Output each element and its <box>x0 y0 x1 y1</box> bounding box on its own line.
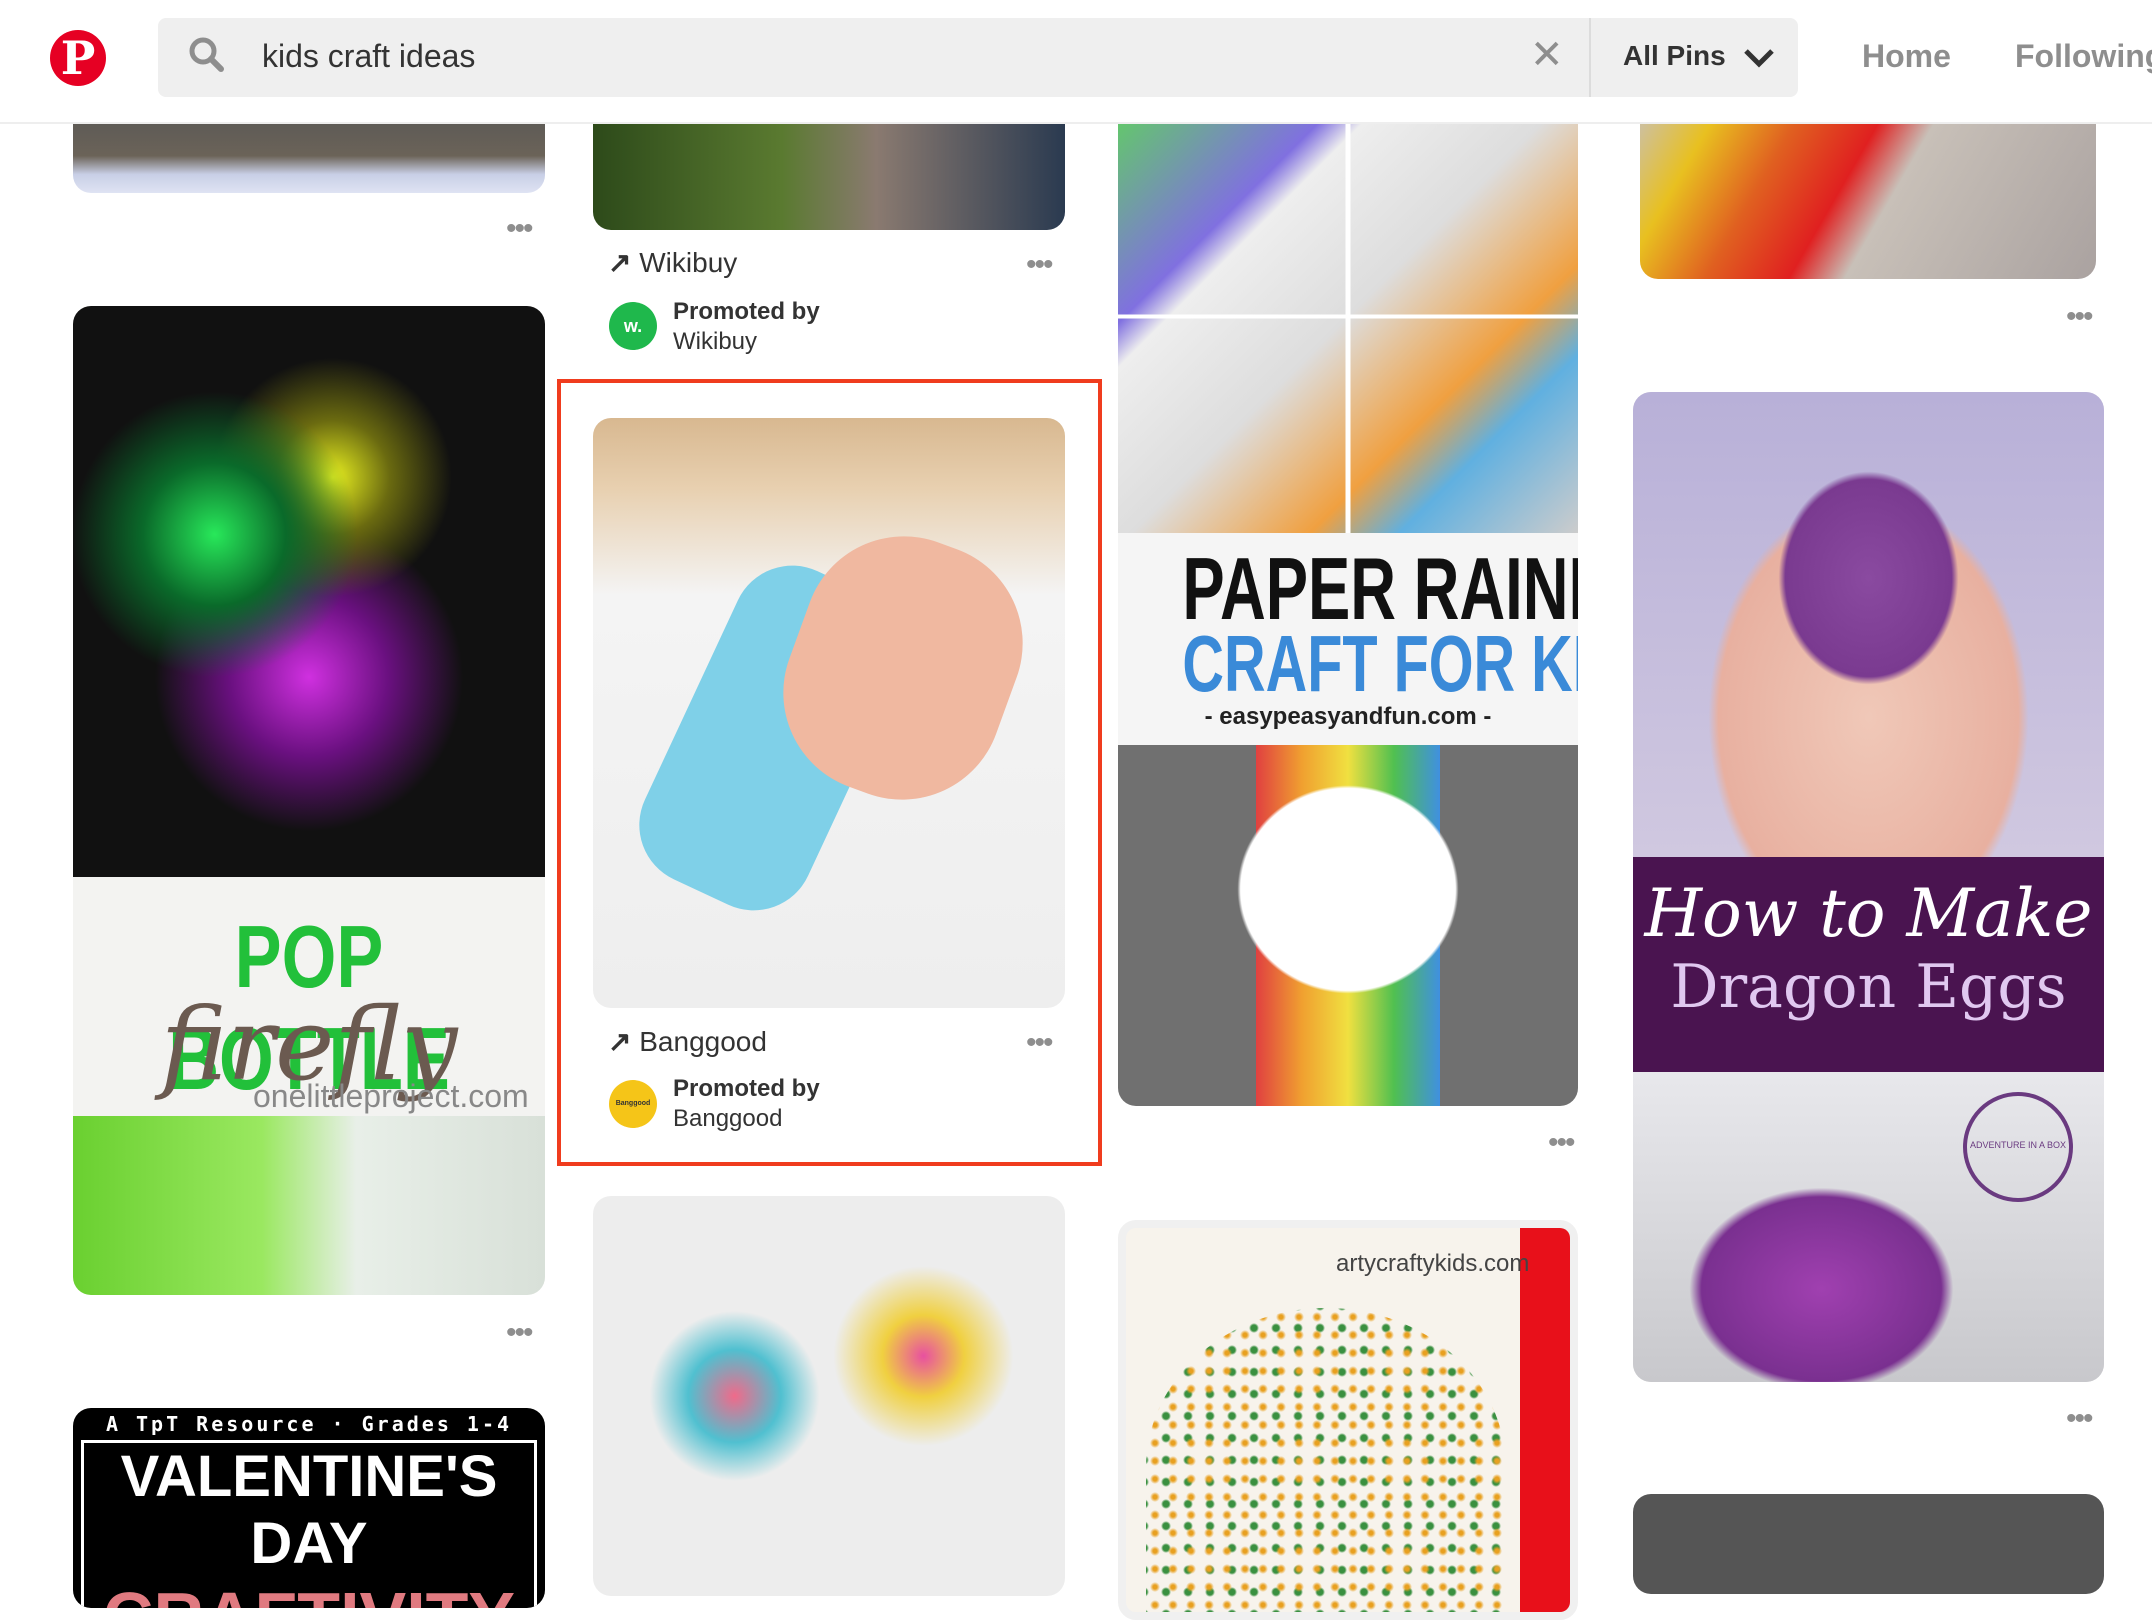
filter-dropdown[interactable]: All Pins <box>1623 40 1775 72</box>
pin-arty[interactable]: artycraftykids.com <box>1118 1220 1578 1620</box>
pin-url: artycraftykids.com <box>1336 1250 1530 1277</box>
pin-image-bottle <box>73 1116 545 1295</box>
pin-image-cloud <box>1118 745 1578 1106</box>
more-options-button[interactable]: ••• <box>1548 1128 1575 1158</box>
nav-following[interactable]: Following <box>2015 38 2152 75</box>
filter-label: All Pins <box>1623 40 1726 71</box>
more-options-button[interactable]: ••• <box>2066 302 2093 332</box>
badge-logo: ADVENTURE IN A BOX <box>1963 1092 2073 1202</box>
pin-subtitle: Dragon Eggs <box>1670 952 2067 1022</box>
more-options-button[interactable]: ••• <box>506 1318 533 1348</box>
red-border <box>1520 1228 1570 1612</box>
pin-subtitle: CRAFT FOR KIDS <box>1182 619 1578 708</box>
pin-image-tree <box>1146 1308 1506 1612</box>
pin-image-egg-hands <box>1633 392 2104 857</box>
divider <box>1589 18 1591 97</box>
pin-image-firefly <box>73 306 545 877</box>
advertiser-name[interactable]: Wikibuy <box>673 328 757 355</box>
advertiser-avatar[interactable]: w. <box>609 302 657 350</box>
pin-title: How to Make <box>1644 875 2093 952</box>
source-name: Wikibuy <box>639 247 738 278</box>
pin-title: VALENTINE'S DAY <box>120 1444 498 1576</box>
pin-firefly[interactable]: POP BOTTLE firefly onelittleproject.com <box>73 306 545 1295</box>
chevron-down-icon <box>1744 48 1775 68</box>
close-icon[interactable]: ✕ <box>1530 32 1564 78</box>
pin-dragon-eggs[interactable]: How to Make Dragon Eggs ADVENTURE IN A B… <box>1633 392 2104 1382</box>
nav-home[interactable]: Home <box>1862 38 1951 75</box>
highlight-box <box>557 379 1102 1166</box>
pinterest-logo[interactable]: P <box>50 30 106 86</box>
pin-source-link[interactable]: ↗ Wikibuy <box>608 246 737 279</box>
pin-rainbow[interactable]: PAPER RAINBOW CRAFT FOR KIDS - easypeasy… <box>1118 100 1578 1106</box>
pin-image-eggcartons[interactable] <box>1640 100 2096 279</box>
pin-url: onelittleproject.com <box>253 1078 529 1114</box>
pin-title-2: CRAFTIVITY <box>84 1577 534 1608</box>
pin-valentine[interactable]: A TpT Resource · Grades 1-4 VALENTINE'S … <box>73 1408 545 1608</box>
pin-image-flowers[interactable] <box>593 1196 1065 1596</box>
pin-image-rainbow-steps <box>1118 100 1578 533</box>
more-options-button[interactable]: ••• <box>506 214 533 244</box>
pin-image-egg: ADVENTURE IN A BOX <box>1633 1072 2104 1382</box>
arrow-up-right-icon: ↗ <box>608 247 632 278</box>
search-input[interactable]: kids craft ideas <box>262 38 475 75</box>
search-bar[interactable]: kids craft ideas ✕ All Pins <box>158 18 1798 97</box>
search-icon <box>189 37 224 72</box>
promoted-by: Promoted by Wikibuy <box>673 297 820 357</box>
pin-image-next[interactable] <box>1633 1494 2104 1594</box>
pin-url: - easypeasyandfun.com - <box>1204 703 1492 730</box>
pin-banner: How to Make Dragon Eggs <box>1633 857 2104 1072</box>
more-options-button[interactable]: ••• <box>2066 1404 2093 1434</box>
promoted-label: Promoted by <box>673 298 820 325</box>
pin-subtitle: A TpT Resource · Grades 1-4 <box>105 1412 513 1436</box>
top-bar: P kids craft ideas ✕ All Pins Home Follo… <box>0 0 2152 124</box>
more-options-button[interactable]: ••• <box>1026 250 1053 280</box>
